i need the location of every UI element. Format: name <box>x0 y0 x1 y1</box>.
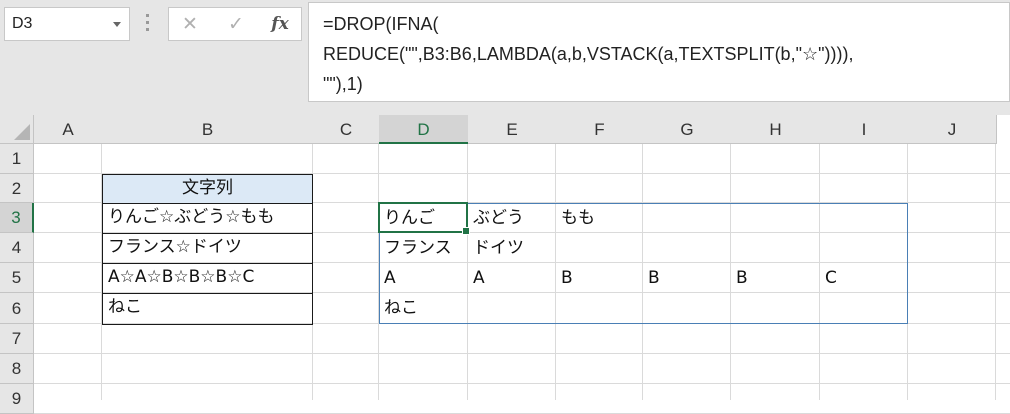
formula-line: REDUCE("",B3:B6,LAMBDA(a,b,VSTACK(a,TEXT… <box>323 44 854 64</box>
insert-function-icon[interactable]: fx <box>265 12 295 36</box>
result-cell[interactable]: A <box>379 263 396 293</box>
column-header-f[interactable]: F <box>556 115 644 144</box>
gridline-horizontal <box>34 353 1010 354</box>
row-header-4[interactable]: 4 <box>0 233 34 263</box>
result-cell[interactable]: ぶどう <box>468 203 524 233</box>
source-cell[interactable]: ねこ <box>102 293 313 325</box>
name-box-value: D3 <box>12 15 33 32</box>
column-header-g[interactable]: G <box>643 115 732 144</box>
active-cell-cursor[interactable] <box>378 202 470 235</box>
result-cell[interactable]: A <box>468 263 485 293</box>
source-cell[interactable]: A☆A☆B☆B☆B☆C <box>102 263 313 294</box>
table-header-cell[interactable]: 文字列 <box>102 174 313 204</box>
result-cell[interactable]: B <box>556 263 573 293</box>
result-cell[interactable]: B <box>731 263 748 293</box>
source-cell[interactable]: フランス☆ドイツ <box>102 233 313 264</box>
gridline-horizontal <box>34 383 1010 384</box>
column-header-h[interactable]: H <box>731 115 821 144</box>
column-header-e[interactable]: E <box>468 115 557 144</box>
column-header-d[interactable]: D <box>379 115 469 144</box>
gridline-vertical <box>907 144 908 400</box>
column-header-i[interactable]: I <box>820 115 909 144</box>
result-cell[interactable]: もも <box>556 203 595 233</box>
gridline-vertical <box>995 144 996 400</box>
row-header-5[interactable]: 5 <box>0 263 34 293</box>
formula-line: =DROP(IFNA( <box>323 14 439 34</box>
formula-buttons: ✕ ✓ fx <box>168 7 302 41</box>
fill-handle[interactable] <box>462 227 470 235</box>
row-header-2[interactable]: 2 <box>0 174 34 203</box>
result-cell[interactable]: B <box>643 263 660 293</box>
row-header-3[interactable]: 3 <box>0 203 34 233</box>
result-cell[interactable]: ドイツ <box>468 233 524 263</box>
row-header-9[interactable]: 9 <box>0 384 34 414</box>
column-header-j[interactable]: J <box>908 115 997 144</box>
row-header-6[interactable]: 6 <box>0 293 34 324</box>
formula-line: ""),1) <box>323 74 363 94</box>
result-cell[interactable]: フランス <box>379 233 452 263</box>
source-cell[interactable]: りんご☆ぶどう☆もも <box>102 203 313 234</box>
result-cell[interactable]: C <box>820 263 837 293</box>
column-header-b[interactable]: B <box>102 115 314 144</box>
result-cell[interactable]: ねこ <box>379 293 418 324</box>
formula-bar-area: D3 ✕ ✓ fx =DROP(IFNA( REDUCE("",B3:B6,LA… <box>0 0 1010 115</box>
select-all-icon <box>14 124 30 140</box>
enter-icon[interactable]: ✓ <box>221 12 251 36</box>
column-header-c[interactable]: C <box>313 115 380 144</box>
row-header-1[interactable]: 1 <box>0 144 34 174</box>
drag-handle-icon[interactable] <box>146 14 150 34</box>
select-all-button[interactable] <box>0 115 34 144</box>
formula-input[interactable]: =DROP(IFNA( REDUCE("",B3:B6,LAMBDA(a,b,V… <box>308 2 1010 102</box>
spreadsheet-grid[interactable]: A B C D E F G H I J 1 2 3 4 5 6 7 8 9 文字列 りんご☆ぶどう☆もも フランス☆ドイツ… <box>0 115 1010 414</box>
column-header-a[interactable]: A <box>34 115 103 144</box>
cancel-icon[interactable]: ✕ <box>175 12 205 36</box>
row-header-7[interactable]: 7 <box>0 324 34 354</box>
chevron-down-icon[interactable] <box>113 22 121 27</box>
name-box[interactable]: D3 <box>4 7 130 41</box>
row-header-8[interactable]: 8 <box>0 354 34 384</box>
